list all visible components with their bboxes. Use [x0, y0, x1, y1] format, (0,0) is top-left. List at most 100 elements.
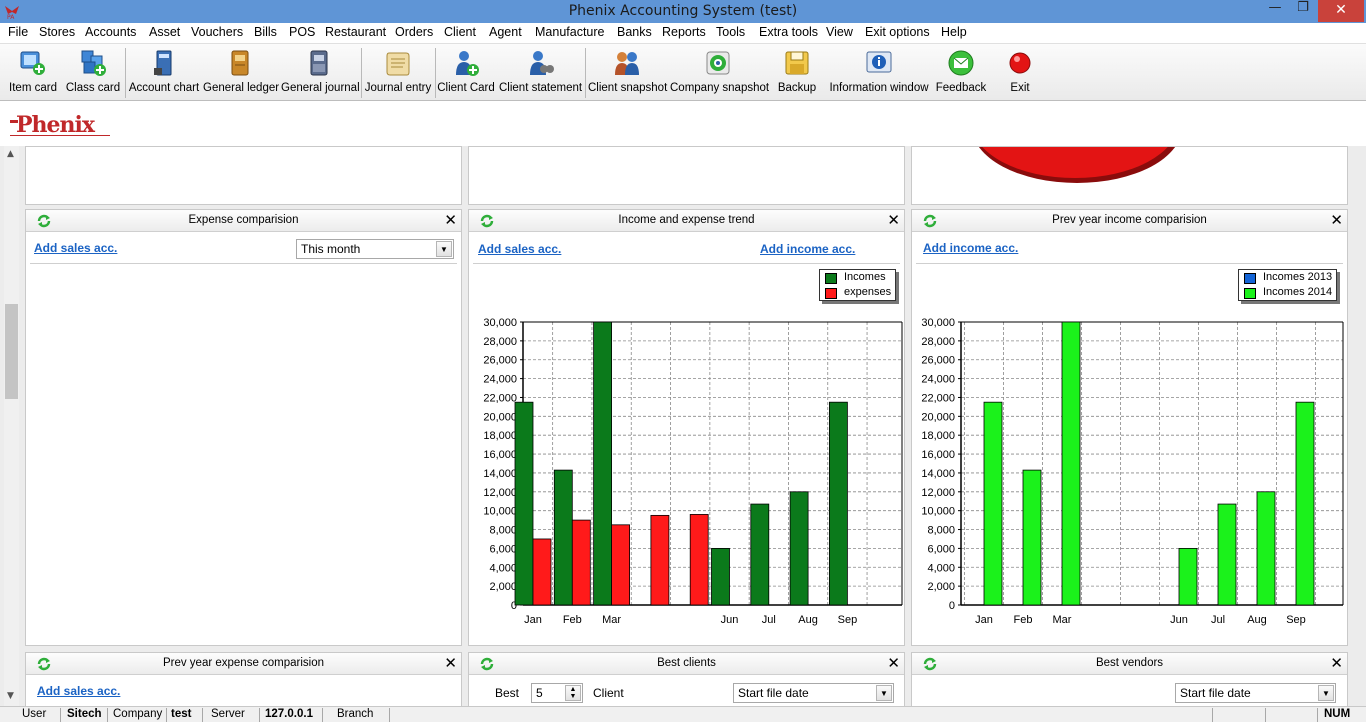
panel-title: Prev year income comparision	[1052, 214, 1207, 226]
close-icon[interactable]: ✕	[1330, 211, 1343, 229]
menu-extra-tools[interactable]: Extra tools	[759, 25, 818, 39]
vendors-date-select[interactable]: Start file date ▼	[1175, 683, 1336, 703]
panel-top-middle	[468, 146, 905, 205]
menu-banks[interactable]: Banks	[617, 25, 652, 39]
legend-item: Incomes	[820, 271, 895, 285]
legend-item: expenses	[820, 286, 895, 300]
bar-incomes	[553, 469, 573, 606]
clients-date-select[interactable]: Start file date ▼	[733, 683, 894, 703]
stepper-arrows-icon[interactable]: ▲ ▼	[565, 685, 581, 701]
bar-expenses	[650, 514, 670, 606]
panel-title: Prev year expense comparision	[162, 657, 325, 669]
class-card-label: Class card	[65, 82, 121, 94]
menu-accounts[interactable]: Accounts	[85, 25, 136, 39]
y-tick-label: 10,000	[921, 506, 955, 518]
legend-swatch	[1244, 273, 1256, 284]
bar-incomes-2014	[1256, 491, 1276, 606]
add-sales-account-link[interactable]: Add sales acc.	[34, 241, 117, 255]
general-ledger-label: General ledger	[203, 82, 280, 94]
scroll-up-icon[interactable]: ▲	[7, 149, 14, 159]
best-count-value: 5	[536, 686, 543, 700]
menu-file[interactable]: File	[8, 25, 28, 39]
class-card-button[interactable]: Class card	[64, 46, 122, 100]
y-tick-label: 12,000	[483, 487, 517, 499]
journal-entry-button[interactable]: Journal entry	[364, 46, 432, 100]
pie-chart-fragment	[978, 147, 1176, 183]
x-tick-label: Jul	[762, 614, 776, 626]
feedback-button[interactable]: Feedback	[934, 46, 988, 100]
exit-button[interactable]: Exit	[1004, 46, 1036, 100]
x-tick-label: Jun	[1170, 614, 1188, 626]
general-ledger-icon	[231, 50, 249, 76]
close-icon[interactable]: ✕	[444, 654, 457, 672]
y-tick-label: 22,000	[483, 392, 517, 404]
scroll-down-icon[interactable]: ▼	[7, 691, 14, 701]
menu-orders[interactable]: Orders	[395, 25, 433, 39]
bar-incomes	[828, 401, 848, 606]
menu-view[interactable]: View	[826, 25, 853, 39]
add-sales-account-link[interactable]: Add sales acc.	[478, 242, 561, 256]
vertical-scrollbar[interactable]: ▲ ▼	[4, 146, 19, 706]
menu-stores[interactable]: Stores	[39, 25, 75, 39]
information-icon	[866, 51, 892, 73]
menu-help[interactable]: Help	[941, 25, 967, 39]
close-window-button[interactable]: ✕	[1318, 0, 1364, 22]
best-count-stepper[interactable]: 5 ▲ ▼	[531, 683, 583, 703]
period-select[interactable]: This month ▼	[296, 239, 454, 259]
x-tick-label: Feb	[1014, 614, 1033, 626]
legend-item: Incomes 2014	[1239, 286, 1336, 300]
menu-bills[interactable]: Bills	[254, 25, 277, 39]
menu-vouchers[interactable]: Vouchers	[191, 25, 243, 39]
chevron-down-icon[interactable]: ▼	[436, 241, 452, 257]
maximize-button[interactable]: ❐	[1290, 0, 1316, 22]
close-icon[interactable]: ✕	[444, 211, 457, 229]
general-ledger-button[interactable]: General ledger	[203, 46, 280, 100]
menu-pos[interactable]: POS	[289, 25, 315, 39]
company-snapshot-button[interactable]: Company snapshot	[670, 46, 769, 100]
period-select-value: This month	[301, 242, 361, 256]
menu-asset[interactable]: Asset	[149, 25, 180, 39]
close-icon[interactable]: ✕	[1330, 654, 1343, 672]
panel-title: Expense comparision	[188, 214, 299, 226]
exit-label: Exit	[1010, 82, 1030, 94]
add-income-account-link[interactable]: Add income acc.	[760, 242, 855, 256]
account-chart-button[interactable]: Account chart	[128, 46, 200, 100]
y-tick-label: 26,000	[921, 355, 955, 367]
menu-agent[interactable]: Agent	[489, 25, 522, 39]
minimize-button[interactable]: —	[1262, 0, 1288, 22]
phenix-logo: Phenix	[10, 112, 110, 138]
menu-restaurant[interactable]: Restaurant	[325, 25, 386, 39]
toolbar-separator	[435, 48, 436, 98]
chevron-down-icon[interactable]: ▼	[1318, 685, 1334, 701]
chevron-down-icon[interactable]: ▼	[876, 685, 892, 701]
close-icon[interactable]: ✕	[887, 211, 900, 229]
divider	[916, 263, 1343, 264]
add-income-account-link[interactable]: Add income acc.	[923, 241, 1018, 255]
item-card-button[interactable]: Item card	[4, 46, 62, 100]
close-icon[interactable]: ✕	[887, 654, 900, 672]
menu-reports[interactable]: Reports	[662, 25, 706, 39]
clients-date-select-value: Start file date	[738, 686, 809, 700]
client-statement-button[interactable]: Client statement	[499, 46, 582, 100]
client-card-label: Client Card	[437, 82, 495, 94]
legend-swatch	[825, 288, 837, 299]
feedback-icon	[948, 50, 974, 76]
y-tick-label: 26,000	[483, 355, 517, 367]
menu-client[interactable]: Client	[444, 25, 476, 39]
y-tick-label: 8,000	[927, 525, 955, 537]
information-window-button[interactable]: Information window	[829, 46, 929, 100]
panel-title: Income and expense trend	[618, 214, 755, 226]
y-tick-label: 2,000	[927, 581, 955, 593]
scroll-thumb[interactable]	[5, 304, 18, 399]
menu-exit-options[interactable]: Exit options	[865, 25, 930, 39]
menu-bar: File Stores Accounts Asset Vouchers Bill…	[0, 23, 1366, 44]
client-card-button[interactable]: Client Card	[437, 46, 495, 100]
client-snapshot-button[interactable]: Client snapshot	[588, 46, 667, 100]
journal-entry-label: Journal entry	[364, 82, 432, 94]
add-sales-account-link[interactable]: Add sales acc.	[37, 684, 120, 698]
general-journal-button[interactable]: General journal	[281, 46, 360, 100]
backup-button[interactable]: Backup	[774, 46, 820, 100]
menu-tools[interactable]: Tools	[716, 25, 745, 39]
class-card-icon	[81, 50, 106, 76]
menu-manufacture[interactable]: Manufacture	[535, 25, 604, 39]
